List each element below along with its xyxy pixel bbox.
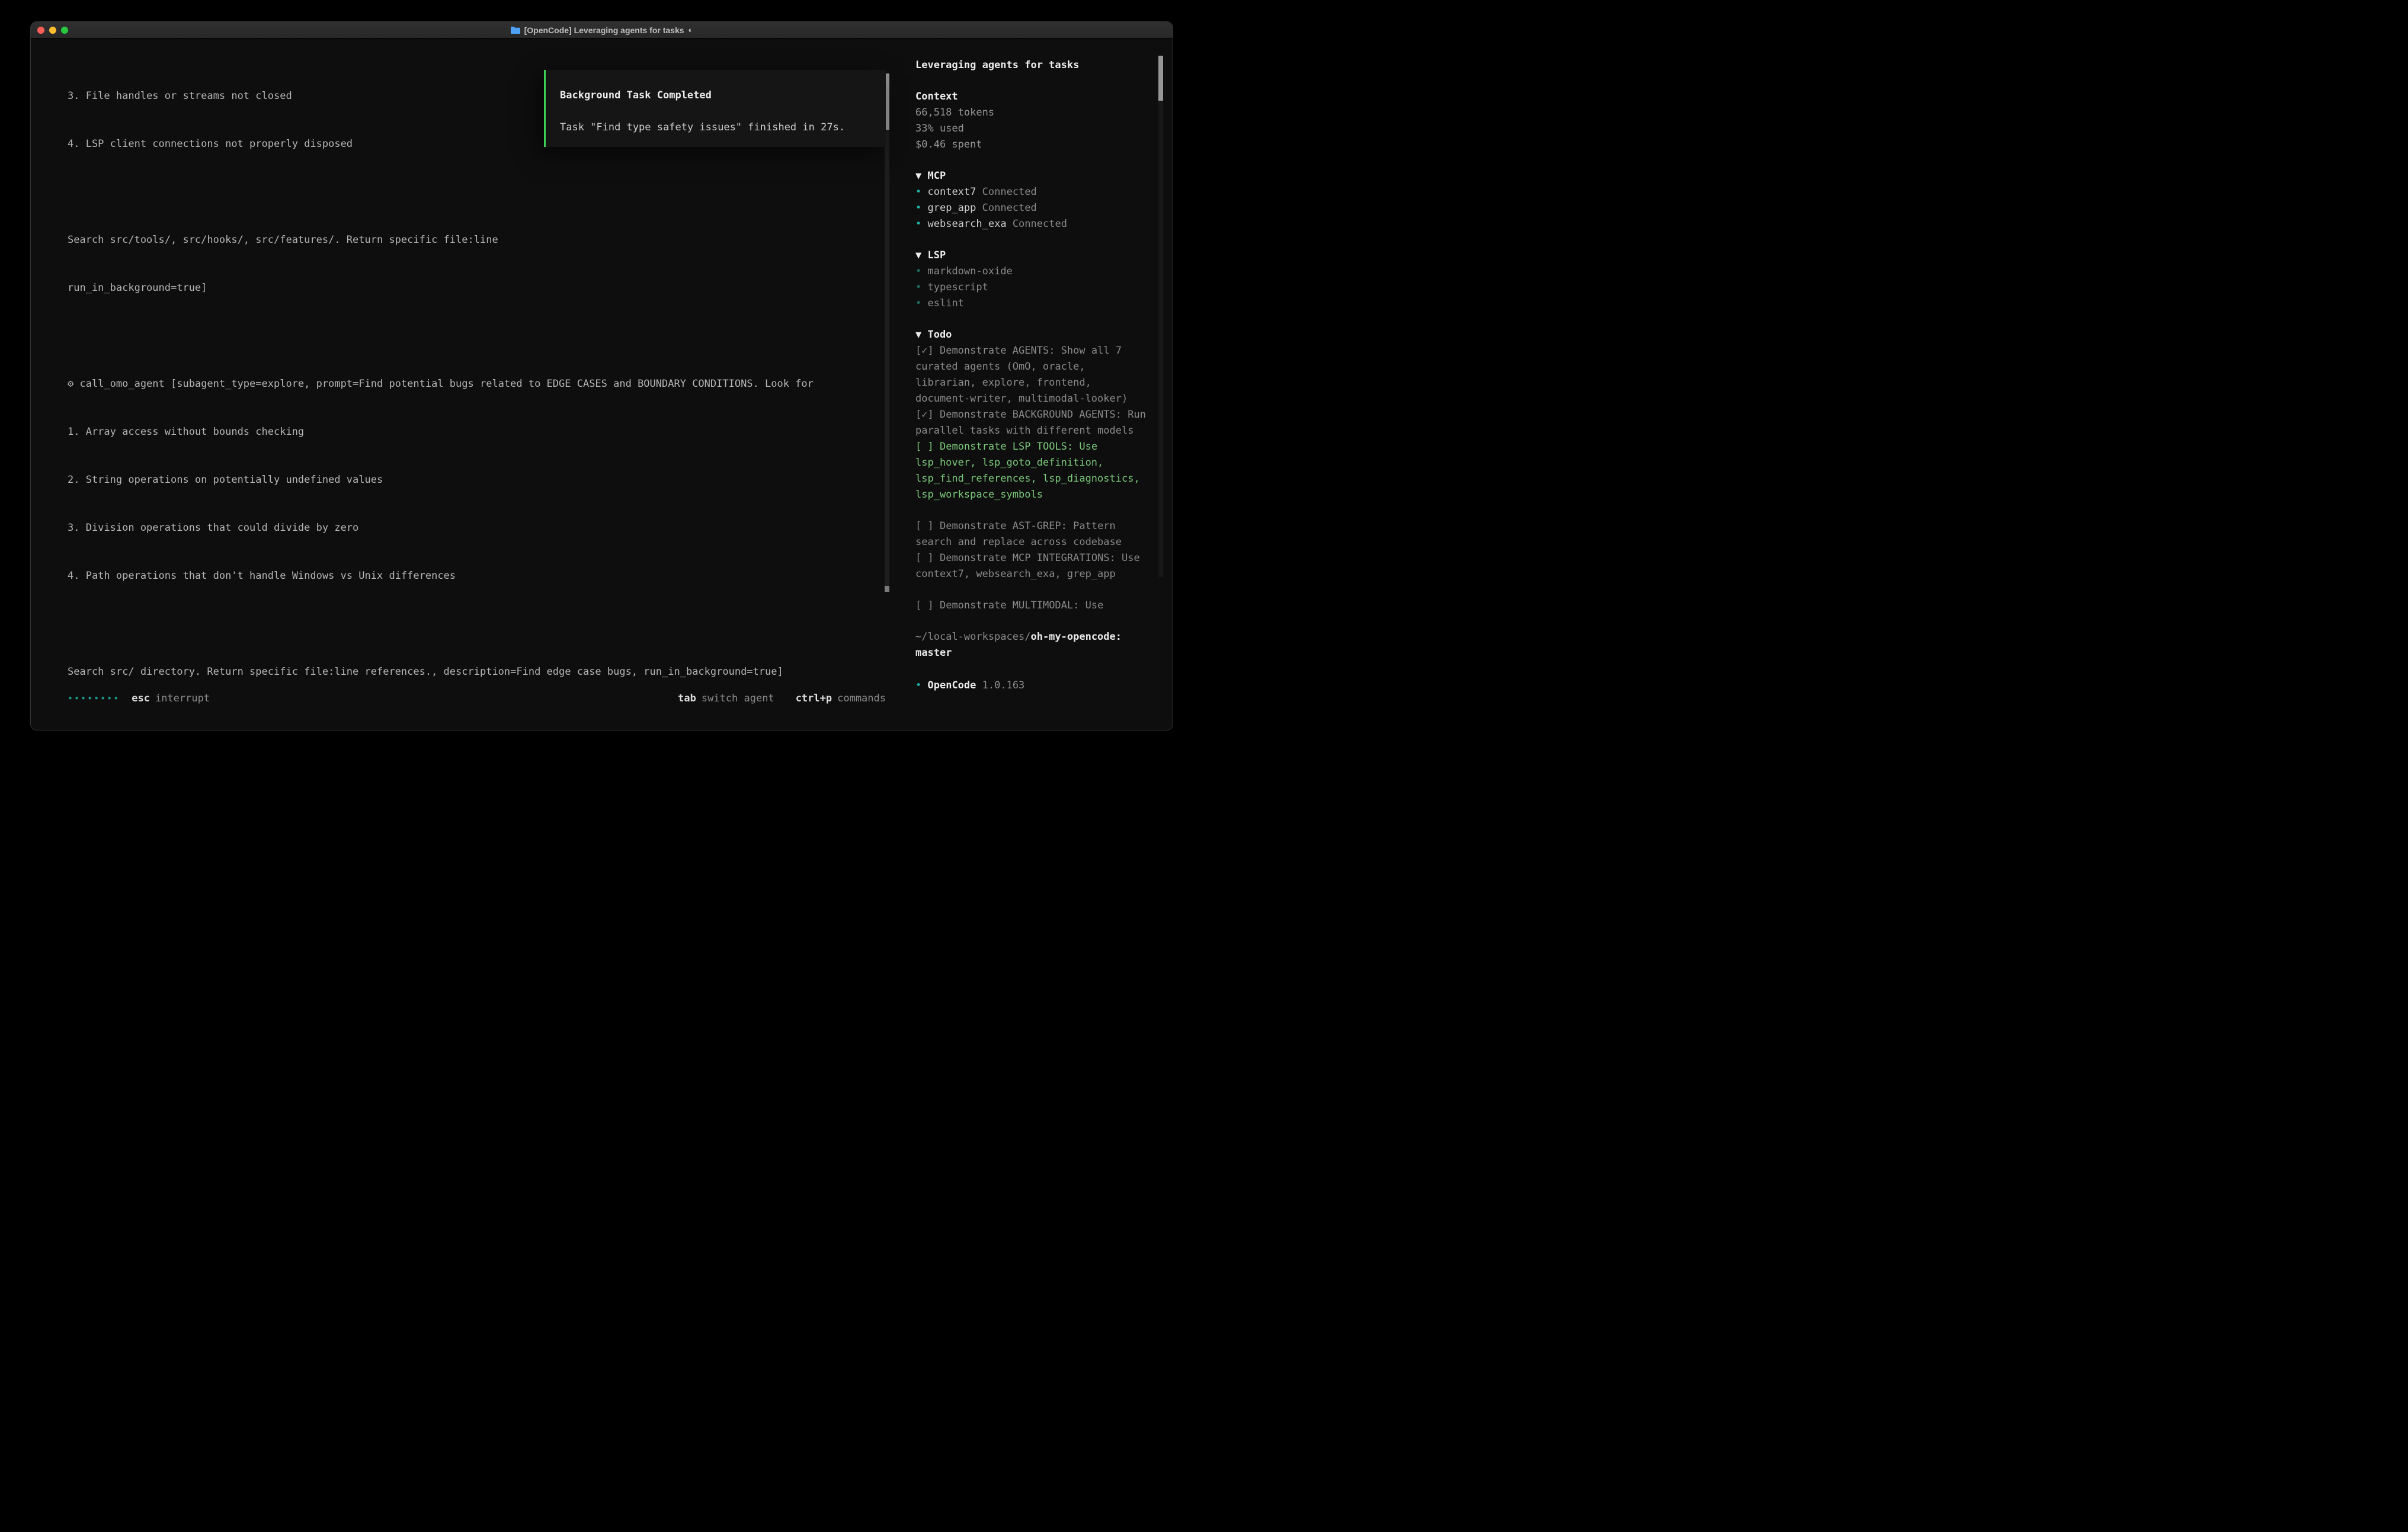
context-spent: $0.46 spent bbox=[915, 137, 1147, 153]
todo-item: [✓] Demonstrate AGENTS: Show all 7 curat… bbox=[915, 343, 1147, 407]
context-tokens: 66,518 tokens bbox=[915, 105, 1147, 121]
todo-text: Demonstrate AGENTS: Show all 7 curated a… bbox=[915, 345, 1128, 405]
terminal-line bbox=[68, 616, 893, 632]
todo-item: [✓] Demonstrate BACKGROUND AGENTS: Run p… bbox=[915, 407, 1147, 439]
bullet-icon: • bbox=[915, 281, 921, 293]
folder-icon bbox=[511, 26, 520, 34]
terminal-line: run_in_background=true] bbox=[68, 280, 893, 296]
opencode-version: • OpenCode 1.0.163 bbox=[915, 678, 1147, 694]
todo-checkbox: [ ] bbox=[915, 552, 934, 564]
traffic-lights bbox=[37, 27, 68, 34]
todo-text: Demonstrate MULTIMODAL: Use bbox=[940, 600, 1103, 611]
terminal-line: Search src/ directory. Return specific f… bbox=[68, 664, 893, 680]
bullet-icon: • bbox=[915, 218, 921, 230]
app-name: OpenCode bbox=[928, 680, 976, 691]
statusbar-right: tab switch agent ctrl+p commands bbox=[678, 693, 886, 704]
todo-checkbox: [ ] bbox=[915, 520, 934, 532]
minimize-button[interactable] bbox=[49, 27, 56, 34]
todo-item: [ ] Demonstrate AST-GREP: Pattern search… bbox=[915, 518, 1147, 550]
esc-key-hint: esc bbox=[132, 693, 150, 704]
context-heading: Context bbox=[915, 89, 1147, 105]
todo-checkbox: [ ] bbox=[915, 441, 934, 453]
mcp-item: • websearch_exa Connected bbox=[915, 216, 1147, 232]
mcp-name: context7 bbox=[928, 186, 976, 198]
todo-checkbox: [✓] bbox=[915, 345, 934, 357]
todo-text: Demonstrate AST-GREP: Pattern search and… bbox=[915, 520, 1122, 548]
progress-icon: ◐ bbox=[689, 25, 693, 34]
todo-text: Demonstrate BACKGROUND AGENTS: Run paral… bbox=[915, 409, 1146, 437]
esc-key-label: interrupt bbox=[155, 693, 210, 704]
statusbar-left: •••••••• esc interrupt bbox=[68, 693, 210, 704]
window-body: 3. File handles or streams not closed 4.… bbox=[31, 39, 1173, 730]
todo-text: Demonstrate MCP INTEGRATIONS: Use contex… bbox=[915, 552, 1140, 580]
mcp-status: Connected bbox=[982, 202, 1037, 214]
lsp-heading[interactable]: ▼ LSP bbox=[915, 248, 1147, 264]
ctrlp-key-label: commands bbox=[837, 693, 886, 704]
mcp-name: websearch_exa bbox=[928, 218, 1007, 230]
mcp-status: Connected bbox=[982, 186, 1037, 198]
titlebar[interactable]: [OpenCode] Leveraging agents for tasks ◐ bbox=[31, 22, 1173, 39]
workspace-branch: master bbox=[915, 645, 1147, 661]
lsp-name: markdown-oxide bbox=[928, 265, 1013, 277]
todo-item: [ ] Demonstrate MCP INTEGRATIONS: Use co… bbox=[915, 550, 1147, 582]
tab-key-hint: tab bbox=[678, 693, 696, 704]
zoom-button[interactable] bbox=[61, 27, 68, 34]
todo-text: Demonstrate LSP TOOLS: Use lsp_hover, ls… bbox=[915, 441, 1140, 501]
window-title-text: [OpenCode] Leveraging agents for tasks bbox=[524, 25, 684, 35]
terminal-pane: 3. File handles or streams not closed 4.… bbox=[31, 39, 893, 730]
notification-title: Background Task Completed bbox=[560, 88, 872, 104]
todo-checkbox: [✓] bbox=[915, 409, 934, 421]
mcp-item: • grep_app Connected bbox=[915, 200, 1147, 216]
main-scrollbar[interactable] bbox=[885, 73, 889, 592]
sidebar-scrollbar-thumb[interactable] bbox=[1158, 56, 1163, 101]
workspace-prefix: ~/local-workspaces/ bbox=[915, 631, 1030, 643]
mcp-heading[interactable]: ▼ MCP bbox=[915, 168, 1147, 184]
window-title: [OpenCode] Leveraging agents for tasks ◐ bbox=[511, 25, 693, 35]
todo-item: [ ] Demonstrate LSP TOOLS: Use lsp_hover… bbox=[915, 439, 1147, 503]
workspace-repo: oh-my-opencode: bbox=[1030, 631, 1122, 643]
spinner-dots: •••••••• bbox=[68, 693, 120, 704]
mcp-status: Connected bbox=[1013, 218, 1067, 230]
terminal-line: 2. String operations on potentially unde… bbox=[68, 472, 893, 488]
todo-item: [ ] Demonstrate MULTIMODAL: Use bbox=[915, 598, 1147, 614]
terminal-line bbox=[68, 328, 893, 344]
main-scrollbar-end bbox=[885, 586, 889, 592]
task-notification: Background Task Completed Task "Find typ… bbox=[544, 70, 886, 147]
workspace-path: ~/local-workspaces/oh-my-opencode: maste… bbox=[915, 629, 1147, 661]
statusbar: •••••••• esc interrupt tab switch agent … bbox=[68, 690, 886, 706]
close-button[interactable] bbox=[37, 27, 44, 34]
bullet-icon: • bbox=[915, 680, 921, 691]
bullet-icon: • bbox=[915, 265, 921, 277]
ctrlp-key-hint: ctrl+p bbox=[796, 693, 832, 704]
lsp-item: • typescript bbox=[915, 280, 1147, 296]
session-title: Leveraging agents for tasks bbox=[915, 57, 1147, 73]
lsp-item: • markdown-oxide bbox=[915, 264, 1147, 280]
terminal-line bbox=[68, 184, 893, 200]
terminal-line: 4. Path operations that don't handle Win… bbox=[68, 568, 893, 584]
tab-key-label: switch agent bbox=[702, 693, 774, 704]
terminal-line: ⚙ call_omo_agent [subagent_type=explore,… bbox=[68, 376, 893, 392]
bullet-icon: • bbox=[915, 202, 921, 214]
terminal-line: 3. Division operations that could divide… bbox=[68, 520, 893, 536]
desktop: [OpenCode] Leveraging agents for tasks ◐… bbox=[0, 0, 1204, 766]
terminal-line: Search src/tools/, src/hooks/, src/featu… bbox=[68, 232, 893, 248]
app-version: 1.0.163 bbox=[982, 680, 1025, 691]
mcp-name: grep_app bbox=[928, 202, 976, 214]
mcp-item: • context7 Connected bbox=[915, 184, 1147, 200]
lsp-name: typescript bbox=[928, 281, 988, 293]
todo-checkbox: [ ] bbox=[915, 600, 934, 611]
opencode-window: [OpenCode] Leveraging agents for tasks ◐… bbox=[31, 22, 1173, 730]
notification-body: Task "Find type safety issues" finished … bbox=[560, 120, 872, 136]
todo-heading[interactable]: ▼ Todo bbox=[915, 327, 1147, 343]
bullet-icon: • bbox=[915, 186, 921, 198]
lsp-name: eslint bbox=[928, 297, 964, 309]
lsp-item: • eslint bbox=[915, 296, 1147, 312]
sidebar: Leveraging agents for tasks Context 66,5… bbox=[903, 39, 1173, 730]
context-used: 33% used bbox=[915, 121, 1147, 137]
terminal-line: 1. Array access without bounds checking bbox=[68, 424, 893, 440]
sidebar-scrollbar[interactable] bbox=[1158, 56, 1163, 577]
bullet-icon: • bbox=[915, 297, 921, 309]
